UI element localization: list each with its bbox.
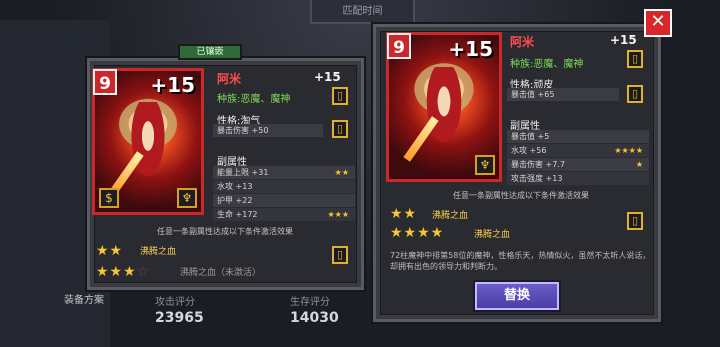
demon-icon: ♆ [475,155,495,175]
attack-score-value: 23965 [155,310,204,326]
empty-star-icon: ☆ [136,264,151,280]
row-text: 暴击值 +5 [511,132,550,141]
left-set-stars-1: ★★ [96,240,123,259]
right-set-label-2: 沸腾之血 [474,230,511,240]
equipped-tag: 已镶嵌 [178,44,242,60]
left-set-label-1: 沸腾之血 [140,247,177,257]
row-text: 水攻 +56 [511,146,547,155]
left-sub-row-3: 生命 +172 ★★★ [213,208,355,221]
left-item-enhance: +15 [314,70,341,84]
left-sub-row-1: 水攻 +13 [213,180,355,193]
left-personality-row: 暴击伤害 +50 [213,124,323,137]
left-sub-row-0: 能量上限 +31 ★★ [213,166,355,179]
survival-score-value: 14030 [290,310,339,326]
right-set-label-1: 沸腾之血 [432,211,469,221]
left-item-name: 阿米 [217,72,242,86]
right-sub-row-1: 水攻 +56 ★★★★ [507,144,649,157]
money-bag-icon: $ [99,188,119,208]
close-icon[interactable]: ✕ [644,9,672,37]
right-description: 72柱魔神中排第58位的魔神，性格乐天，热情似火，虽然不太听人说话，却拥有出色的… [390,251,651,271]
right-hint: 任意一条副属性达成以下条件激活效果 [453,191,589,200]
survival-score-label: 生存评分 [290,297,330,308]
set-stars: ★★ [390,206,418,222]
row-text: 暴击伤害 +7.7 [511,160,565,169]
row-text: 水攻 +13 [217,182,253,191]
row-stars: ★ [635,160,643,169]
left-set-label-2: 沸腾之血（未激活） [180,268,262,278]
right-plus-level: +15 [448,37,493,61]
row-text: 能量上限 +31 [217,168,269,177]
left-lock-icon-3[interactable]: ▯ [332,246,348,264]
set-stars: ★★ [96,243,124,259]
left-lock-icon-2[interactable]: ▯ [332,120,348,138]
left-level-badge: 9 [93,69,117,95]
survival-score: 生存评分 14030 [290,293,339,326]
match-time-tab: 匹配时间 [310,0,415,24]
left-set-stars-2: ★★★☆ [96,261,150,280]
row-stars: ★★★★ [614,146,643,155]
equipment-scheme-label: 装备方案 [64,295,104,306]
right-set-stars-2: ★★★★ [390,222,444,241]
left-hint: 任意一条副属性达成以下条件激活效果 [157,227,293,236]
row-text: 攻击强度 +13 [511,174,563,183]
attack-score: 攻击评分 23965 [155,293,204,326]
left-item-card[interactable]: 9 +15 $ ♆ [92,68,204,215]
row-text: 暴击伤害 +50 [217,126,269,135]
right-item-card[interactable]: 9 +15 ♆ [386,32,502,182]
row-text: 护甲 +22 [217,196,253,205]
demon-icon: ♆ [177,188,197,208]
right-level-badge: 9 [387,33,411,59]
right-lock-icon-3[interactable]: ▯ [627,212,643,230]
right-sub-row-0: 暴击值 +5 [507,130,649,143]
right-race: 种族:恶魔、魔神 [510,59,584,70]
row-stars: ★★★ [327,210,349,219]
right-lock-icon-1[interactable]: ▯ [627,50,643,68]
right-item-enhance: +15 [610,33,637,47]
set-stars: ★★★ [96,264,137,280]
left-race: 种族:恶魔、魔神 [217,94,291,105]
right-item-name: 阿米 [510,35,535,49]
right-personality-row: 暴击值 +65 [507,88,619,101]
card-figure [422,66,466,154]
right-lock-icon-2[interactable]: ▯ [627,85,643,103]
right-set-stars-1: ★★ [390,203,417,222]
row-text: 生命 +172 [217,210,258,219]
left-plus-level: +15 [150,73,195,97]
row-text: 暴击值 +65 [511,90,555,99]
row-stars: ★★ [334,168,349,177]
right-sub-row-3: 攻击强度 +13 [507,172,649,185]
set-stars: ★★★★ [390,225,445,241]
right-sub-row-2: 暴击伤害 +7.7 ★ [507,158,649,171]
card-figure [126,102,170,187]
attack-score-label: 攻击评分 [155,297,195,308]
left-sub-row-2: 护甲 +22 [213,194,355,207]
replace-button[interactable]: 替换 [475,282,559,310]
left-lock-icon-1[interactable]: ▯ [332,87,348,105]
